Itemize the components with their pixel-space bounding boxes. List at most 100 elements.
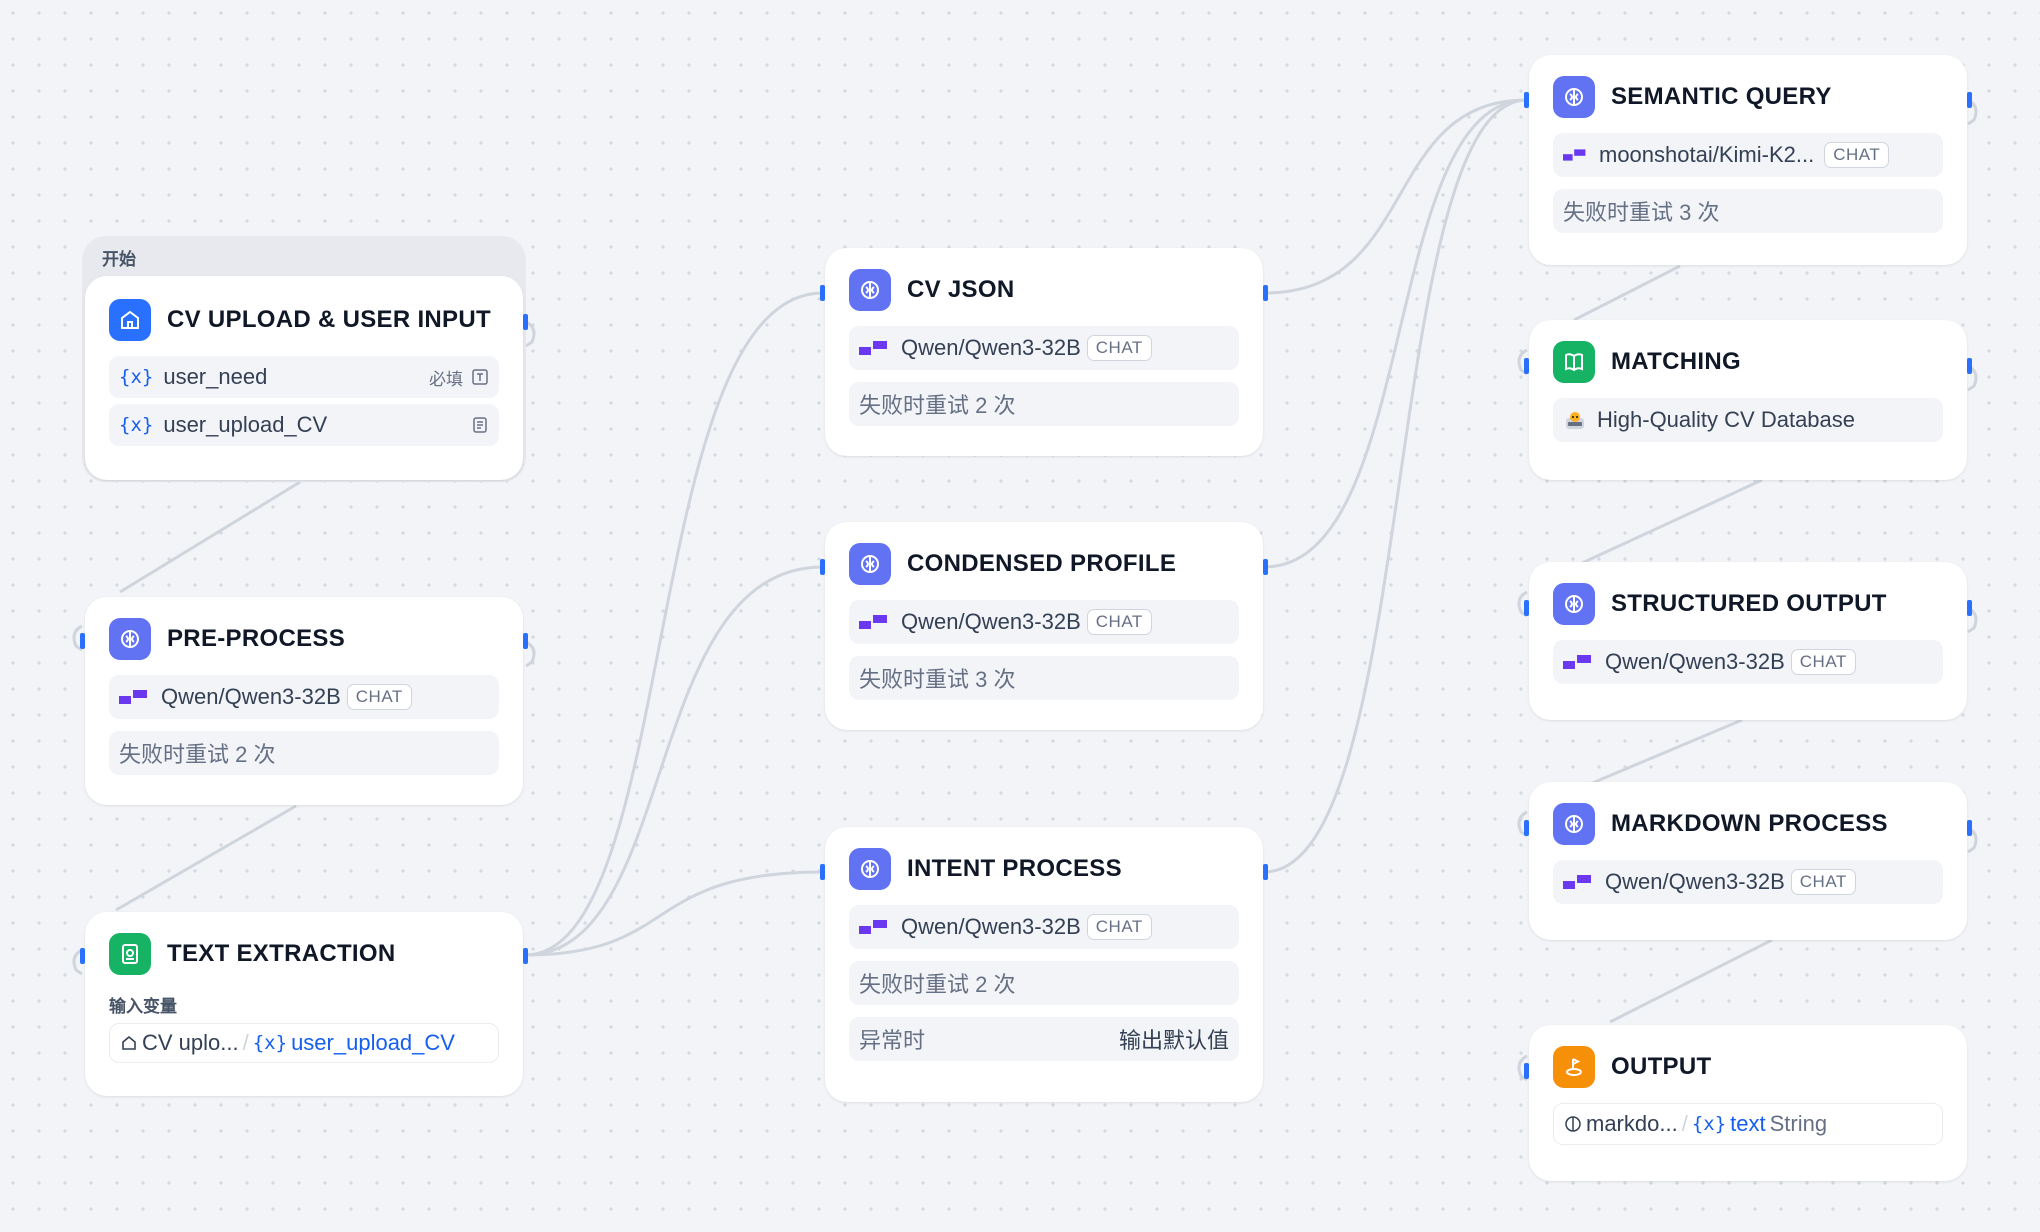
llm-brain-icon xyxy=(1553,76,1595,118)
var-row-user-need[interactable]: {x} user_need 必填 xyxy=(109,356,499,398)
node-title: CONDENSED PROFILE xyxy=(907,550,1177,577)
model-name: Qwen/Qwen3-32B xyxy=(901,335,1081,360)
retry-text: 失败时重试 2 次 xyxy=(859,393,1016,418)
node-title: OUTPUT xyxy=(1611,1053,1712,1080)
model-row[interactable]: Qwen/Qwen3-32B CHAT xyxy=(1553,640,1943,684)
edge-cvjson-semantic xyxy=(1263,98,1528,295)
home-icon xyxy=(109,299,151,341)
llm-brain-icon xyxy=(1553,583,1595,625)
var-name: user_need xyxy=(163,364,268,389)
node-markdown-process[interactable]: MARKDOWN PROCESS Qwen/Qwen3-32B CHAT xyxy=(1529,782,1967,940)
input-handle[interactable] xyxy=(1524,820,1529,836)
input-handle[interactable] xyxy=(1524,92,1529,108)
variable-icon: {x} xyxy=(119,414,154,436)
edge-extract-cvjson xyxy=(524,291,824,957)
node-title: SEMANTIC QUERY xyxy=(1611,83,1832,110)
var-row-user-upload-cv[interactable]: {x} user_upload_CV xyxy=(109,404,499,446)
node-matching[interactable]: MATCHING High-Quality CV Database xyxy=(1529,320,1967,480)
node-title: MARKDOWN PROCESS xyxy=(1611,810,1888,837)
output-handle[interactable] xyxy=(1967,820,1972,836)
model-name: Qwen/Qwen3-32B xyxy=(1605,869,1785,894)
input-handle[interactable] xyxy=(80,633,85,649)
edge-start-preprocess xyxy=(119,480,301,594)
node-pre-process[interactable]: PRE-PROCESS Qwen/Qwen3-32B CHAT 失败时重试 2 … xyxy=(85,597,523,805)
retry-row: 失败时重试 3 次 xyxy=(1553,189,1943,233)
input-handle[interactable] xyxy=(1524,358,1529,374)
model-name: moonshotai/Kimi-K2... xyxy=(1599,142,1815,167)
input-handle[interactable] xyxy=(1524,1063,1529,1079)
retry-text: 失败时重试 3 次 xyxy=(1563,200,1720,225)
output-handle[interactable] xyxy=(1263,559,1268,575)
node-cv-json[interactable]: CV JSON Qwen/Qwen3-32B CHAT 失败时重试 2 次 xyxy=(825,248,1263,456)
output-handle[interactable] xyxy=(1967,358,1972,374)
source-node: markdo... xyxy=(1586,1111,1678,1136)
output-handle[interactable] xyxy=(1263,864,1268,880)
chat-tag: CHAT xyxy=(1790,869,1856,895)
llm-brain-icon xyxy=(1553,803,1595,845)
node-intent-process[interactable]: INTENT PROCESS Qwen/Qwen3-32B CHAT 失败时重试… xyxy=(825,827,1263,1102)
node-output[interactable]: OUTPUT markdo... / {x} text String xyxy=(1529,1025,1967,1181)
node-text-extraction[interactable]: TEXT EXTRACTION 输入变量 CV uplo... / {x} us… xyxy=(85,912,523,1096)
edge-matching-structured xyxy=(1579,478,1763,566)
input-variable-row[interactable]: CV uplo... / {x} user_upload_CV xyxy=(109,1023,499,1063)
knowledge-book-icon xyxy=(1553,341,1595,383)
input-handle[interactable] xyxy=(820,864,825,880)
llm-brain-icon xyxy=(109,618,151,660)
model-name: Qwen/Qwen3-32B xyxy=(901,914,1081,939)
output-flag-icon xyxy=(1553,1046,1595,1088)
model-provider-icon xyxy=(859,341,887,355)
model-row[interactable]: Qwen/Qwen3-32B CHAT xyxy=(109,675,499,719)
model-name: Qwen/Qwen3-32B xyxy=(1605,649,1785,674)
input-handle[interactable] xyxy=(820,285,825,301)
output-handle[interactable] xyxy=(1967,600,1972,616)
variable-icon: {x} xyxy=(1691,1113,1727,1135)
error-value: 输出默认值 xyxy=(1118,1028,1229,1053)
retry-text: 失败时重试 2 次 xyxy=(119,742,276,767)
path-separator: / xyxy=(242,1030,249,1055)
output-handle[interactable] xyxy=(1263,285,1268,301)
node-structured-output[interactable]: STRUCTURED OUTPUT Qwen/Qwen3-32B CHAT xyxy=(1529,562,1967,720)
home-icon xyxy=(122,1035,136,1050)
llm-brain-icon xyxy=(849,543,891,585)
error-handling-row[interactable]: 异常时 输出默认值 xyxy=(849,1017,1239,1061)
node-title: CV UPLOAD & USER INPUT xyxy=(167,306,491,333)
var-name: user_upload_CV xyxy=(163,412,328,437)
llm-brain-icon xyxy=(849,848,891,890)
node-title: PRE-PROCESS xyxy=(167,625,346,652)
input-handle[interactable] xyxy=(80,948,85,964)
variable-name: user_upload_CV xyxy=(291,1030,455,1055)
output-variable-row[interactable]: markdo... / {x} text String xyxy=(1553,1103,1943,1145)
file-icon xyxy=(473,417,487,433)
model-row[interactable]: Qwen/Qwen3-32B CHAT xyxy=(849,326,1239,370)
dataset-row[interactable]: High-Quality CV Database xyxy=(1553,398,1943,442)
required-badge: 必填 xyxy=(429,369,463,389)
document-extract-icon xyxy=(109,933,151,975)
retry-row: 失败时重试 2 次 xyxy=(849,382,1239,426)
model-provider-icon xyxy=(1563,875,1591,889)
llm-brain-icon xyxy=(1565,1116,1581,1132)
input-handle[interactable] xyxy=(820,559,825,575)
node-cv-upload[interactable]: CV UPLOAD & USER INPUT {x} user_need 必填 … xyxy=(85,276,523,480)
output-handle[interactable] xyxy=(523,948,528,964)
chat-tag: CHAT xyxy=(1086,914,1152,940)
node-title: TEXT EXTRACTION xyxy=(167,940,396,967)
output-handle[interactable] xyxy=(523,314,528,330)
node-semantic-query[interactable]: SEMANTIC QUERY moonshotai/Kimi-K2... CHA… xyxy=(1529,55,1967,265)
model-provider-icon xyxy=(1563,149,1586,161)
chat-tag: CHAT xyxy=(1824,142,1890,168)
chat-tag: CHAT xyxy=(1086,335,1152,361)
edge-structured-markdown xyxy=(1589,718,1743,786)
node-condensed-profile[interactable]: CONDENSED PROFILE Qwen/Qwen3-32B CHAT 失败… xyxy=(825,522,1263,730)
source-node: CV uplo... xyxy=(142,1030,239,1055)
model-row[interactable]: moonshotai/Kimi-K2... CHAT xyxy=(1553,133,1943,177)
model-row[interactable]: Qwen/Qwen3-32B CHAT xyxy=(1553,860,1943,904)
input-handle[interactable] xyxy=(1524,600,1529,616)
model-row[interactable]: Qwen/Qwen3-32B CHAT xyxy=(849,905,1239,949)
output-handle[interactable] xyxy=(523,633,528,649)
model-row[interactable]: Qwen/Qwen3-32B CHAT xyxy=(849,600,1239,644)
dataset-name: High-Quality CV Database xyxy=(1597,407,1856,432)
dataset-icon xyxy=(1566,412,1584,429)
edge-intent-semantic xyxy=(1263,98,1528,874)
output-handle[interactable] xyxy=(1967,92,1972,108)
start-group-label: 开始 xyxy=(102,250,136,269)
